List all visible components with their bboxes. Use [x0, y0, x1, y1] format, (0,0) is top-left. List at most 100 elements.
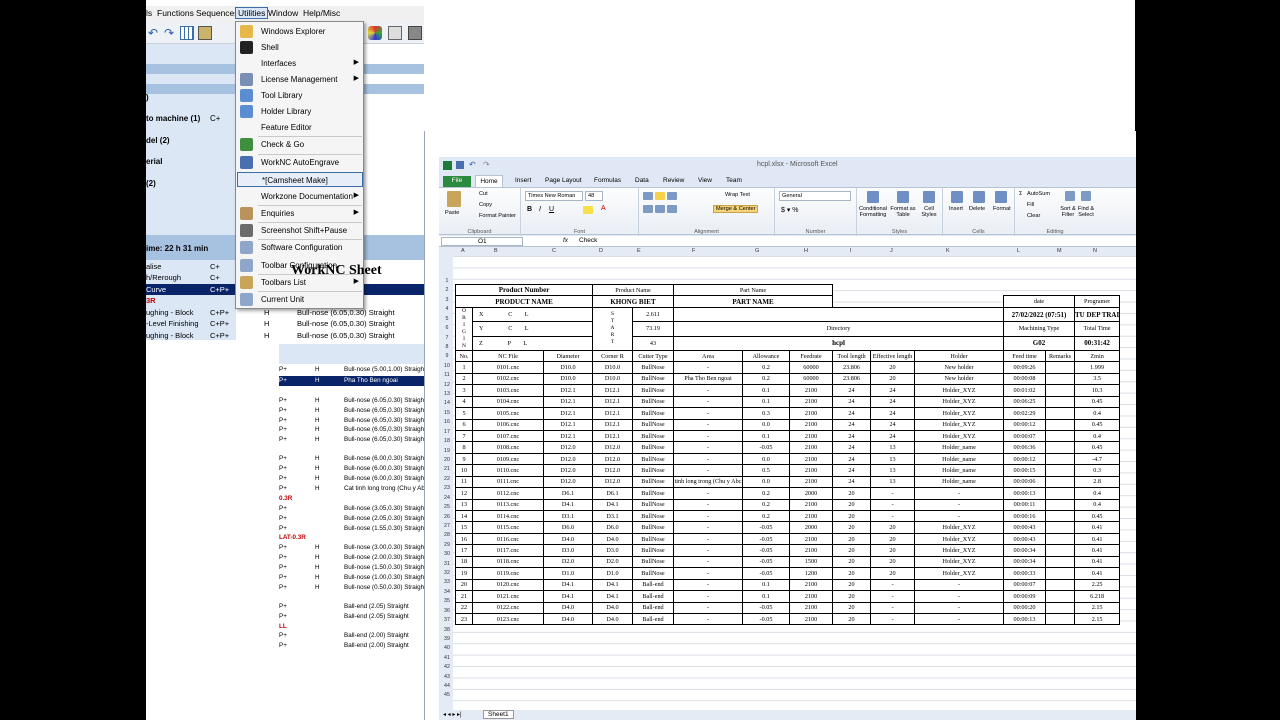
- table-cell[interactable]: -: [870, 509, 915, 523]
- table-cell[interactable]: 8: [455, 441, 473, 454]
- column-header[interactable]: N: [1093, 248, 1097, 254]
- row-number[interactable]: 33: [440, 579, 454, 585]
- column-header[interactable]: K: [946, 248, 950, 254]
- table-cell[interactable]: 0.41: [1073, 555, 1121, 569]
- table-cell[interactable]: 10: [455, 464, 473, 477]
- table-cell[interactable]: 00:00:12: [1003, 452, 1046, 466]
- row-number[interactable]: 25: [440, 504, 454, 510]
- row-number[interactable]: 34: [440, 589, 454, 595]
- copy-button[interactable]: Copy: [479, 202, 492, 208]
- table-cell[interactable]: -: [673, 395, 743, 409]
- programer-value[interactable]: TU DEP TRAI: [1073, 306, 1121, 323]
- table-cell[interactable]: 20: [870, 555, 915, 569]
- table-cell[interactable]: 20: [870, 544, 915, 557]
- sequence-row[interactable]: P+ Bull-nose (2.05,0.30) Straight: [279, 514, 438, 524]
- table-cell[interactable]: D4.1: [592, 578, 633, 592]
- redo-icon[interactable]: ↷: [164, 26, 178, 40]
- table-cell[interactable]: -: [673, 601, 743, 614]
- table-cell[interactable]: 0119.cnc: [472, 567, 544, 580]
- table-cell[interactable]: D12.0: [543, 464, 593, 477]
- table-cell[interactable]: 0120.cnc: [472, 578, 544, 592]
- table-cell[interactable]: 2100: [789, 544, 833, 557]
- fill-color-icon[interactable]: [583, 206, 593, 214]
- product-number-label[interactable]: Product Number: [455, 283, 593, 297]
- sequence-row[interactable]: P+ Bull-nose (3.05,0.30) Straight: [279, 504, 438, 514]
- table-header-holder[interactable]: Holder: [914, 349, 1004, 363]
- table-cell[interactable]: 0121.cnc: [472, 590, 544, 603]
- table-cell[interactable]: 0.45: [1073, 418, 1121, 431]
- coordinate-axis[interactable]: X C L: [472, 306, 593, 323]
- table-cell[interactable]: BullNose: [632, 395, 674, 409]
- paste-button[interactable]: Paste: [445, 210, 459, 216]
- table-cell[interactable]: 20: [832, 612, 871, 626]
- row-number[interactable]: 31: [440, 561, 454, 567]
- table-cell[interactable]: 24: [870, 429, 915, 443]
- table-cell[interactable]: 0.0: [742, 418, 790, 431]
- table-cell[interactable]: -0.05: [742, 532, 790, 546]
- column-header[interactable]: G: [755, 248, 759, 254]
- row-number[interactable]: 27: [440, 523, 454, 529]
- table-cell[interactable]: Holder_name: [914, 441, 1004, 454]
- table-cell[interactable]: Holder_XYZ: [914, 407, 1004, 420]
- table-cell[interactable]: 0.1: [742, 578, 790, 592]
- table-cell[interactable]: D12.0: [543, 452, 593, 466]
- programer-label[interactable]: Programer: [1073, 295, 1121, 308]
- table-cell[interactable]: 13: [870, 475, 915, 489]
- table-cell[interactable]: D10.0: [543, 372, 593, 386]
- tab-formulas[interactable]: Formulas: [594, 177, 621, 184]
- table-cell[interactable]: D12.1: [543, 384, 593, 397]
- menu-item-camsheet-make[interactable]: *[Camsheet Make]: [237, 172, 363, 187]
- menu-item-feature-editor[interactable]: Feature Editor: [237, 120, 363, 135]
- table-cell[interactable]: BullNose: [632, 429, 674, 443]
- row-number[interactable]: 42: [440, 664, 454, 670]
- table-cell[interactable]: D3.0: [592, 544, 633, 557]
- sequence-row[interactable]: P+ Ball-end (2.00) Straight: [279, 641, 438, 651]
- table-cell[interactable]: -: [914, 487, 1004, 500]
- row-number[interactable]: 16: [440, 419, 454, 425]
- autosum-button[interactable]: AutoSum: [1027, 191, 1050, 197]
- format-button[interactable]: Format: [993, 206, 1011, 212]
- table-cell[interactable]: D3.0: [543, 544, 593, 557]
- table-cell[interactable]: 2100: [789, 612, 833, 626]
- table-cell[interactable]: D4.1: [592, 498, 633, 512]
- row-number[interactable]: 26: [440, 514, 454, 520]
- row-number[interactable]: 30: [440, 551, 454, 557]
- table-cell[interactable]: [1045, 601, 1075, 614]
- table-cell[interactable]: D1.0: [543, 567, 593, 580]
- row-number[interactable]: 41: [440, 655, 454, 661]
- table-cell[interactable]: 00:01:02: [1003, 384, 1046, 397]
- row-number[interactable]: 7: [440, 335, 454, 341]
- table-cell[interactable]: 00:00:12: [1003, 418, 1046, 431]
- table-cell[interactable]: 60000: [789, 361, 833, 374]
- table-cell[interactable]: -: [673, 544, 743, 557]
- table-cell[interactable]: -: [870, 498, 915, 512]
- format-icon[interactable]: [995, 191, 1007, 203]
- row-number[interactable]: 1: [440, 278, 454, 284]
- table-cell[interactable]: -: [870, 601, 915, 614]
- table-cell[interactable]: 00:00:07: [1003, 578, 1046, 592]
- font-size-select[interactable]: 48: [585, 191, 603, 201]
- table-cell[interactable]: 23.806: [832, 372, 871, 386]
- table-cell[interactable]: 00:00:08: [1003, 372, 1046, 386]
- table-header-cutter-type[interactable]: Cutter Type: [632, 349, 674, 363]
- column-header[interactable]: L: [1017, 248, 1020, 254]
- table-cell[interactable]: 00:06:25: [1003, 395, 1046, 409]
- row-number[interactable]: 15: [440, 410, 454, 416]
- redo-icon[interactable]: ↷: [483, 160, 490, 169]
- table-header-effective-length[interactable]: Effective length: [870, 349, 915, 363]
- table-cell[interactable]: -: [673, 532, 743, 546]
- empty-cell[interactable]: [673, 306, 1004, 323]
- table-cell[interactable]: BullNose: [632, 475, 674, 489]
- coordinate-value[interactable]: 43: [632, 335, 674, 351]
- table-header-nc-file[interactable]: NC File: [472, 349, 544, 363]
- table-cell[interactable]: 0114.cnc: [472, 509, 544, 523]
- table-cell[interactable]: 00:00:16: [1003, 509, 1046, 523]
- grid-icon[interactable]: [180, 26, 194, 40]
- sequence-row[interactable]: P+ H Bull-nose (6.00,0.30) Straight: [279, 454, 438, 464]
- table-cell[interactable]: -: [914, 601, 1004, 614]
- table-cell[interactable]: 24: [870, 395, 915, 409]
- coordinate-value[interactable]: 73.19: [632, 321, 674, 337]
- undo-icon[interactable]: ↶: [469, 160, 476, 169]
- table-cell[interactable]: -0.05: [742, 521, 790, 534]
- table-cell[interactable]: 24: [832, 395, 871, 409]
